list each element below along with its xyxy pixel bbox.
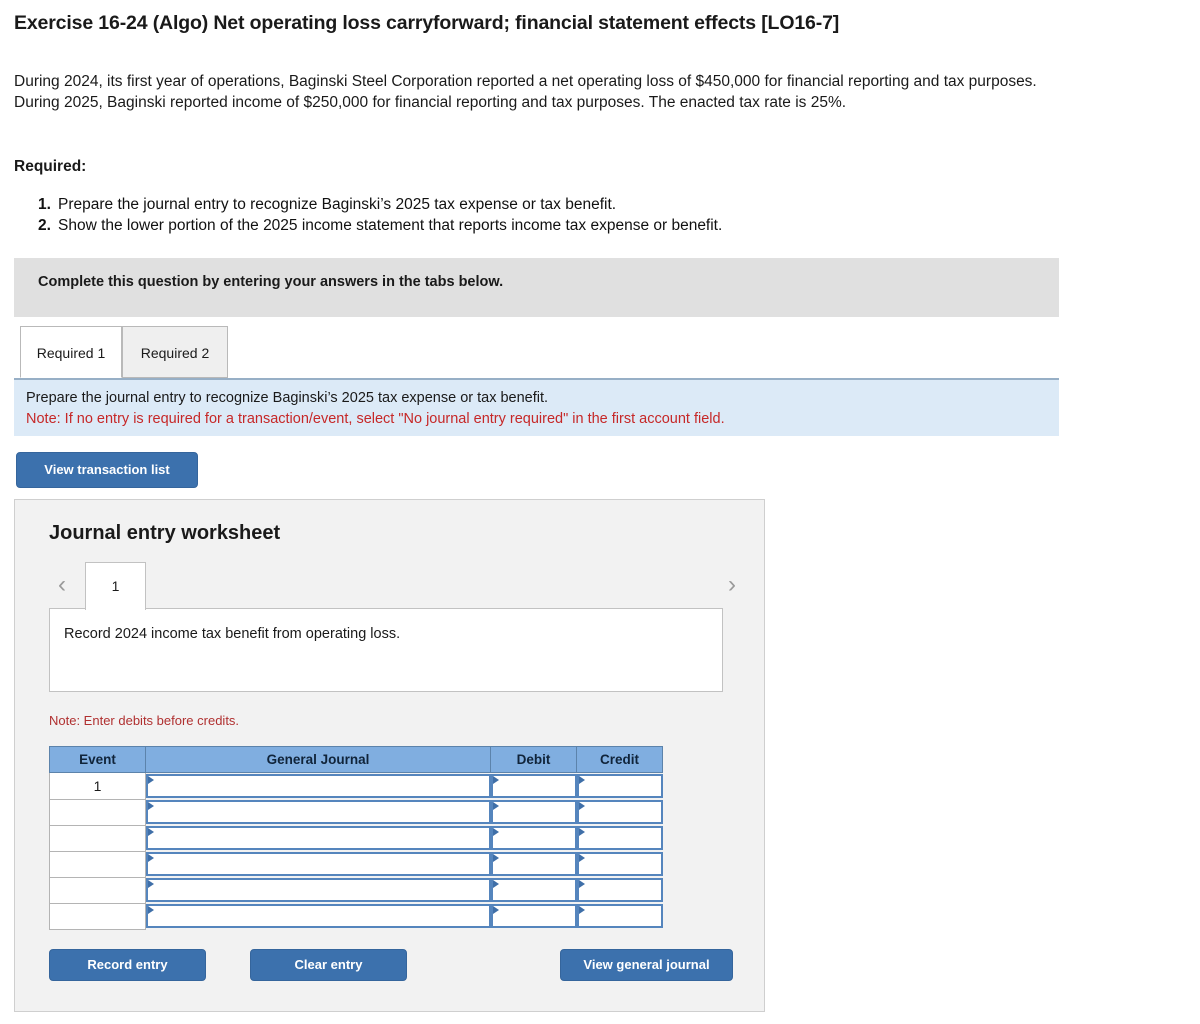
page-title: Exercise 16-24 (Algo) Net operating loss… [14,12,840,34]
required-item-text: Show the lower portion of the 2025 incom… [58,216,723,234]
debit-input-row-5[interactable] [490,878,577,902]
cell-general-journal [145,825,491,851]
tab-required-1[interactable]: Required 1 [20,326,122,378]
cell-debit [490,851,577,877]
table-row [49,850,663,878]
cell-event [49,850,146,878]
credit-input-row-6[interactable] [576,904,663,928]
complete-question-banner: Complete this question by entering your … [14,258,1059,317]
journal-entry-worksheet-card: Journal entry worksheet ‹ 1 › Record 202… [14,499,765,1012]
debits-before-credits-note: Note: Enter debits before credits. [49,713,240,728]
account-select-row-4[interactable] [146,852,491,876]
cell-event: 1 [49,772,146,800]
journal-entry-table: Event General Journal Debit Credit 1 [49,746,663,930]
required-list: 1. Prepare the journal entry to recognize… [38,195,1058,236]
debit-input-row-1[interactable] [490,774,577,798]
worksheet-title: Journal entry worksheet [49,522,281,544]
required-item-number: 1. [38,196,51,213]
credit-input-row-3[interactable] [576,826,663,850]
cell-debit [490,903,577,929]
cell-debit [490,772,577,799]
account-select-row-1[interactable] [146,774,491,798]
problem-statement: During 2024, its first year of operation… [14,73,1037,111]
view-transaction-list-button[interactable]: View transaction list [16,452,198,488]
worksheet-description-box: Record 2024 income tax benefit from oper… [49,608,723,692]
cell-general-journal [145,877,491,903]
debit-input-row-3[interactable] [490,826,577,850]
table-row [49,902,663,930]
account-select-row-6[interactable] [146,904,491,928]
table-header-row: Event General Journal Debit Credit [49,746,663,773]
cell-credit [576,799,663,825]
account-select-row-5[interactable] [146,878,491,902]
cell-event [49,902,146,930]
cell-general-journal [145,903,491,929]
worksheet-page-tab-1[interactable]: 1 [85,562,146,610]
exercise-page: Exercise 16-24 (Algo) Net operating loss… [0,0,1200,1024]
cell-debit [490,799,577,825]
debit-input-row-2[interactable] [490,800,577,824]
account-select-row-3[interactable] [146,826,491,850]
complete-question-banner-text: Complete this question by entering your … [38,274,504,290]
credit-input-row-5[interactable] [576,878,663,902]
list-item: 1. Prepare the journal entry to recognize… [38,195,1058,216]
column-header-general-journal: General Journal [145,746,491,773]
cell-general-journal [145,772,491,799]
requirement-note-text: Note: If no entry is required for a tran… [26,411,725,427]
cell-event [49,798,146,826]
table-row: 1 [49,772,663,800]
chevron-right-icon[interactable]: › [719,570,745,600]
debit-input-row-6[interactable] [490,904,577,928]
cell-debit [490,877,577,903]
required-item-number: 2. [38,216,51,234]
cell-debit [490,825,577,851]
column-header-credit: Credit [576,746,663,773]
table-row [49,876,663,904]
clear-entry-button[interactable]: Clear entry [250,949,407,981]
tab-required-2[interactable]: Required 2 [122,326,228,378]
requirement-instruction-panel: Prepare the journal entry to recognize B… [14,378,1059,436]
credit-input-row-1[interactable] [576,774,663,798]
debit-input-row-4[interactable] [490,852,577,876]
worksheet-pager: ‹ 1 › [49,562,749,610]
cell-credit [576,772,663,799]
list-item: 2. Show the lower portion of the 2025 inc… [38,216,1058,237]
cell-general-journal [145,851,491,877]
credit-input-row-4[interactable] [576,852,663,876]
cell-credit [576,903,663,929]
table-row [49,798,663,826]
cell-credit [576,825,663,851]
requirement-instruction-text: Prepare the journal entry to recognize B… [26,390,549,406]
required-label: Required: [14,158,87,175]
cell-event [49,824,146,852]
cell-event [49,876,146,904]
view-general-journal-button[interactable]: View general journal [560,949,733,981]
cell-credit [576,877,663,903]
column-header-event: Event [49,746,146,773]
worksheet-description-text: Record 2024 income tax benefit from oper… [64,626,401,642]
chevron-left-icon[interactable]: ‹ [49,570,75,600]
account-select-row-2[interactable] [146,800,491,824]
record-entry-button[interactable]: Record entry [49,949,206,981]
cell-general-journal [145,799,491,825]
cell-credit [576,851,663,877]
credit-input-row-2[interactable] [576,800,663,824]
column-header-debit: Debit [490,746,577,773]
table-row [49,824,663,852]
required-item-text: Prepare the journal entry to recognize B… [58,196,617,213]
